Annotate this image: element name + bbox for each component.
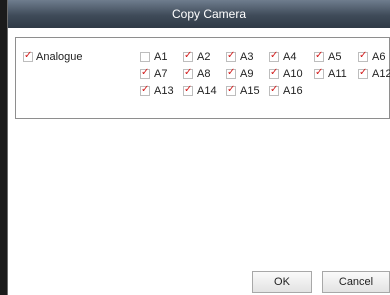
camera-checkbox-a3[interactable]: A3 (226, 50, 254, 63)
camera-checkbox-a11[interactable]: A11 (314, 67, 347, 80)
checkbox-icon[interactable] (358, 50, 368, 62)
window-edge (0, 0, 8, 295)
camera-label: A9 (240, 68, 254, 80)
camera-checkbox-a7[interactable]: A7 (140, 67, 168, 80)
camera-label: A6 (372, 51, 386, 63)
dialog-title: Copy Camera (171, 7, 247, 21)
analogue-label: Analogue (36, 51, 83, 63)
checkbox-icon[interactable] (226, 50, 236, 62)
camera-label: A11 (328, 68, 347, 80)
cancel-button[interactable]: Cancel (322, 271, 390, 293)
dialog-body: Analogue A1 A2 A3 A4 A5 A6 A7 A8 A9 A10 A11 A12 A13 A… (8, 28, 390, 295)
checkbox-icon[interactable] (269, 67, 279, 79)
camera-label: A13 (154, 85, 174, 97)
camera-checkbox-a4[interactable]: A4 (269, 50, 297, 63)
checkbox-icon[interactable] (183, 67, 193, 79)
camera-checkbox-a8[interactable]: A8 (183, 67, 211, 80)
checkbox-icon[interactable] (140, 67, 150, 79)
camera-checkbox-a10[interactable]: A10 (269, 67, 303, 80)
camera-group-box: Analogue A1 A2 A3 A4 A5 A6 A7 A8 A9 A10 A11 A12 A13 A… (15, 37, 390, 119)
camera-label: A7 (154, 68, 168, 80)
checkbox-icon[interactable] (226, 67, 236, 79)
camera-label: A5 (328, 51, 342, 63)
checkbox-icon[interactable] (183, 50, 193, 62)
checkbox-icon[interactable] (183, 84, 193, 96)
checkbox-icon[interactable] (23, 50, 33, 62)
camera-checkbox-a6[interactable]: A6 (358, 50, 386, 63)
camera-checkbox-a1[interactable]: A1 (140, 51, 167, 63)
camera-checkbox-a9[interactable]: A9 (226, 67, 254, 80)
copy-camera-dialog: Copy Camera Analogue A1A2A3A4A5A6A7A8A9A… (0, 0, 390, 295)
camera-label: A12 (372, 68, 390, 80)
checkbox-icon[interactable] (314, 67, 324, 79)
checkbox-icon[interactable] (140, 52, 150, 62)
camera-label: A10 (283, 68, 303, 80)
camera-label: A14 (197, 85, 217, 97)
camera-checkbox-a15[interactable]: A15 (226, 84, 260, 97)
camera-label: A15 (240, 85, 260, 97)
title-bar: Copy Camera (8, 0, 390, 28)
camera-checkbox-a5[interactable]: A5 (314, 50, 342, 63)
camera-checkbox-a12[interactable]: A12 (358, 67, 390, 80)
checkbox-icon[interactable] (140, 84, 150, 96)
camera-label: A3 (240, 51, 254, 63)
camera-label: A16 (283, 85, 303, 97)
camera-label: A4 (283, 51, 297, 63)
camera-checkbox-a13[interactable]: A13 (140, 84, 174, 97)
checkbox-icon[interactable] (269, 84, 279, 96)
checkbox-icon[interactable] (269, 50, 279, 62)
ok-button[interactable]: OK (252, 271, 312, 293)
checkbox-icon[interactable] (358, 67, 368, 79)
checkbox-icon[interactable] (314, 50, 324, 62)
analogue-group-checkbox[interactable]: Analogue (23, 50, 83, 63)
checkbox-icon[interactable] (226, 84, 236, 96)
camera-label: A1 (154, 51, 168, 63)
camera-label: A8 (197, 68, 211, 80)
camera-checkbox-a14[interactable]: A14 (183, 84, 217, 97)
camera-checkbox-a16[interactable]: A16 (269, 84, 303, 97)
camera-checkbox-a2[interactable]: A2 (183, 50, 211, 63)
camera-label: A2 (197, 51, 211, 63)
